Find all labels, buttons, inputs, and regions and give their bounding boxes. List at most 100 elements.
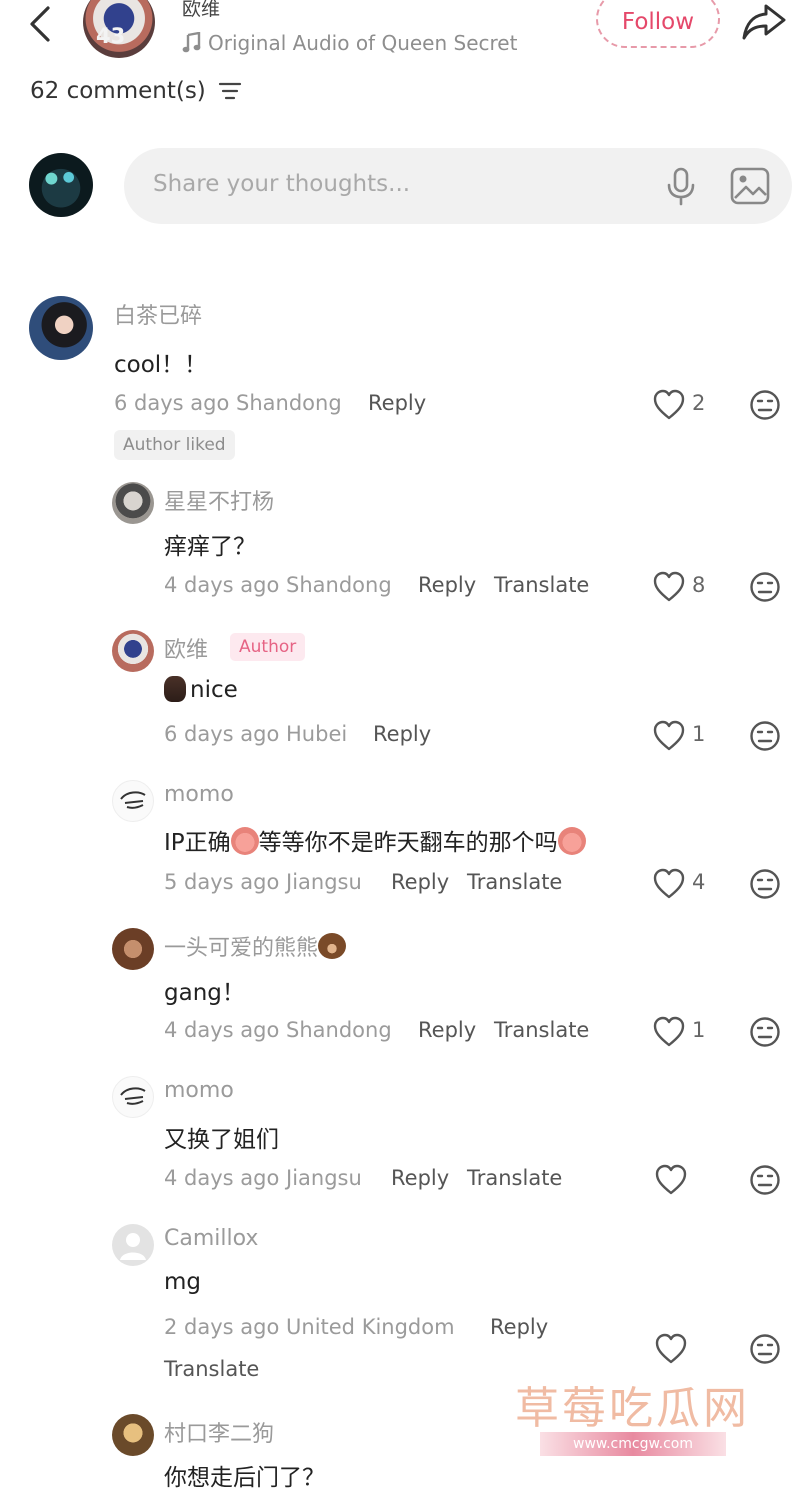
comment-time: 4 days ago — [164, 1018, 280, 1042]
reply-button[interactable]: Reply — [391, 1166, 449, 1190]
commenter-name[interactable]: 星星不打杨 — [164, 484, 274, 516]
watermark-text: 草莓吃瓜网 — [515, 1383, 750, 1434]
sort-menu-icon[interactable] — [218, 81, 242, 101]
like-icon[interactable] — [652, 571, 686, 603]
commenter-name[interactable]: 村口李二狗 — [164, 1416, 274, 1448]
comment-location: Jiangsu — [286, 1166, 362, 1190]
comment-text: cool！！ — [114, 352, 208, 378]
comment-text: nice — [164, 676, 238, 703]
comment-meta: 4 days ago Shandong — [164, 1018, 392, 1042]
comment-text-part: 等等你不是昨天翻车的那个吗 — [258, 830, 558, 856]
author-badge: Author — [230, 633, 306, 661]
commenter-avatar[interactable] — [112, 1414, 154, 1456]
comment-input-placeholder: Share your thoughts... — [153, 171, 411, 197]
like-icon[interactable] — [652, 868, 686, 900]
comment-text: mg — [164, 1269, 202, 1295]
default-avatar-icon[interactable] — [112, 1224, 154, 1266]
commenter-name[interactable]: momo — [164, 782, 234, 807]
translate-button[interactable]: Translate — [494, 1018, 589, 1042]
like-icon[interactable] — [652, 720, 686, 752]
like-icon[interactable] — [654, 1164, 688, 1196]
comment-text: 你想走后门了？ — [164, 1465, 325, 1491]
translate-button[interactable]: Translate — [164, 1357, 259, 1381]
dislike-face-icon[interactable] — [749, 1333, 781, 1365]
like-count: 1 — [692, 1018, 706, 1042]
like-count: 1 — [692, 722, 706, 746]
comment-text-content: nice — [190, 677, 238, 703]
reply-button[interactable]: Reply — [391, 870, 449, 894]
like-count: 2 — [692, 391, 706, 415]
translate-button[interactable]: Translate — [467, 1166, 562, 1190]
comment-time: 6 days ago — [164, 722, 280, 746]
reply-button[interactable]: Reply — [373, 722, 431, 746]
translate-button[interactable]: Translate — [494, 573, 589, 597]
author-avatar[interactable]: 43 — [83, 0, 155, 58]
audio-title: Original Audio of Queen Secret — [208, 31, 518, 55]
like-icon[interactable] — [652, 1016, 686, 1048]
comment-meta: 2 days ago United Kingdom — [164, 1315, 455, 1339]
watermark-url: www.cmcgw.com — [540, 1432, 726, 1456]
back-icon[interactable] — [22, 2, 58, 46]
dislike-face-icon[interactable] — [749, 720, 781, 752]
comment-meta: 6 days ago Shandong — [114, 391, 342, 415]
dislike-face-icon[interactable] — [749, 868, 781, 900]
comments-count[interactable]: 62 comment(s) — [30, 78, 242, 104]
commenter-name[interactable]: 一头可爱的熊熊 — [164, 930, 347, 962]
commenter-name[interactable]: momo — [164, 1078, 234, 1103]
commenter-avatar[interactable] — [112, 780, 154, 822]
comment-time: 4 days ago — [164, 1166, 280, 1190]
dislike-face-icon[interactable] — [749, 1164, 781, 1196]
dislike-face-icon[interactable] — [749, 1016, 781, 1048]
comment-meta: 4 days ago Jiangsu — [164, 1166, 362, 1190]
commenter-avatar[interactable] — [112, 482, 154, 524]
commenter-name-text: 一头可爱的熊熊 — [164, 936, 319, 961]
comment-time: 4 days ago — [164, 573, 280, 597]
comment-location: Shandong — [286, 573, 392, 597]
commenter-name[interactable]: 白茶已碎 — [114, 298, 202, 330]
reply-button[interactable]: Reply — [368, 391, 426, 415]
comment-location: Shandong — [286, 1018, 392, 1042]
original-audio-link[interactable]: Original Audio of Queen Secret — [182, 31, 532, 55]
follow-button[interactable]: Follow — [596, 0, 720, 48]
commenter-name[interactable]: Camillox — [164, 1226, 258, 1251]
reply-button[interactable]: Reply — [490, 1315, 548, 1339]
comment-location: Shandong — [236, 391, 342, 415]
commenter-avatar[interactable] — [29, 296, 93, 360]
comment-location: Jiangsu — [286, 870, 362, 894]
baby-face-emoji — [557, 827, 586, 855]
comment-time: 2 days ago — [164, 1315, 280, 1339]
share-icon[interactable] — [740, 0, 788, 44]
dislike-face-icon[interactable] — [749, 389, 781, 421]
baby-face-emoji — [230, 827, 259, 855]
comment-meta: 5 days ago Jiangsu — [164, 870, 362, 894]
dislike-face-icon[interactable] — [749, 571, 781, 603]
commenter-avatar[interactable] — [112, 1076, 154, 1118]
translate-button[interactable]: Translate — [467, 870, 562, 894]
comment-location: United Kingdom — [286, 1315, 455, 1339]
reply-button[interactable]: Reply — [418, 573, 476, 597]
commenter-name[interactable]: 欧维 — [164, 632, 208, 664]
comment-time: 5 days ago — [164, 870, 280, 894]
comment-text: IP正确 等等你不是昨天翻车的那个吗 — [164, 823, 586, 857]
comment-meta: 6 days ago Hubei — [164, 722, 347, 746]
comment-text: gang！ — [164, 980, 245, 1006]
comment-text: 痒痒了？ — [164, 534, 256, 560]
comment-meta: 4 days ago Shandong — [164, 573, 392, 597]
bear-emoji — [318, 933, 347, 959]
comment-location: Hubei — [286, 722, 348, 746]
comment-text-part: IP正确 — [164, 830, 231, 856]
commenter-avatar[interactable] — [112, 630, 154, 672]
like-icon[interactable] — [652, 389, 686, 421]
my-avatar — [29, 153, 93, 217]
reply-button[interactable]: Reply — [418, 1018, 476, 1042]
author-name[interactable]: 欧维 — [182, 0, 220, 21]
music-note-icon — [182, 32, 202, 54]
like-icon[interactable] — [654, 1333, 688, 1365]
microphone-icon[interactable] — [664, 166, 698, 206]
commenter-avatar[interactable] — [112, 928, 154, 970]
peace-hand-emoji — [164, 676, 186, 702]
comment-time: 6 days ago — [114, 391, 230, 415]
comment-text: 又换了姐们 — [164, 1127, 279, 1153]
like-count: 4 — [692, 870, 706, 894]
image-upload-icon[interactable] — [729, 166, 771, 206]
